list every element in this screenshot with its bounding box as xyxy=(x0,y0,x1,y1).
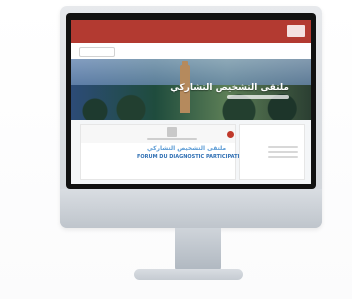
website-screen: ملتقى التشخيص التشاركي ملتقى التشخيص الت… xyxy=(71,20,311,184)
site-logo[interactable] xyxy=(287,25,305,37)
site-header xyxy=(71,20,311,43)
emblem-icon xyxy=(167,127,177,137)
content-area: ملتقى التشخيص التشاركي FORUM DU DIAGNOST… xyxy=(71,120,311,184)
news-card-lines xyxy=(268,143,298,161)
forum-french-title: FORUM DU DIAGNOSTIC PARTICIPATIF xyxy=(137,154,243,160)
forum-card[interactable]: ملتقى التشخيص التشاركي FORUM DU DIAGNOST… xyxy=(80,124,243,180)
monitor-stand xyxy=(175,228,221,273)
news-line xyxy=(268,156,298,158)
hero-subtitle-placeholder xyxy=(227,95,289,99)
news-line xyxy=(268,151,298,153)
header-action-button[interactable] xyxy=(79,47,115,57)
monitor-base xyxy=(134,269,243,280)
hero-sky xyxy=(71,59,311,85)
monitor: ملتقى التشخيص التشاركي ملتقى التشخيص الت… xyxy=(60,6,322,228)
forum-card-top xyxy=(81,125,235,143)
red-badge[interactable] xyxy=(227,131,234,138)
hero-banner: ملتقى التشخيص التشاركي xyxy=(71,59,311,120)
main-navigation xyxy=(71,43,311,60)
news-card[interactable] xyxy=(239,124,305,180)
scene: ملتقى التشخيص التشاركي ملتقى التشخيص الت… xyxy=(0,0,352,299)
news-line xyxy=(268,146,298,148)
monitor-bezel: ملتقى التشخيص التشاركي ملتقى التشخيص الت… xyxy=(66,13,316,189)
emblem-text xyxy=(147,138,197,140)
monitor-chin xyxy=(60,189,322,228)
forum-arabic-title: ملتقى التشخيص التشاركي xyxy=(147,145,227,152)
hero-title: ملتقى التشخيص التشاركي xyxy=(170,83,289,93)
